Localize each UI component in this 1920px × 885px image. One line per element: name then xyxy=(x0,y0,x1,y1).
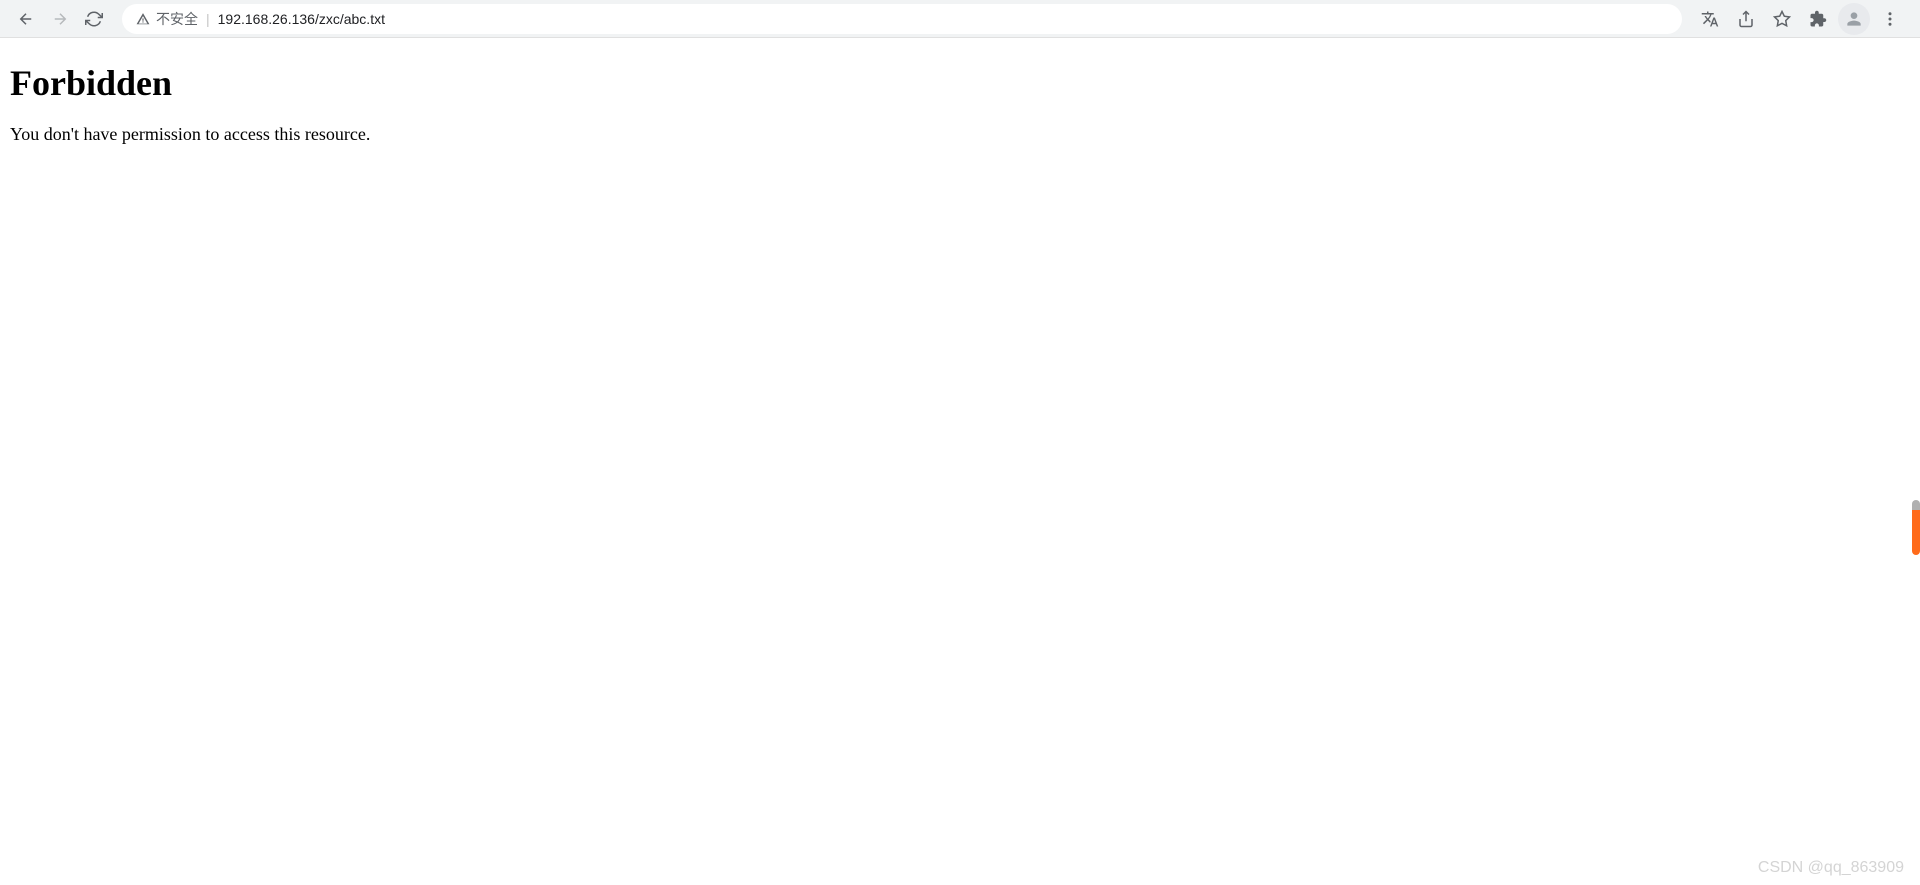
side-indicator xyxy=(1912,500,1920,560)
forward-button[interactable] xyxy=(44,3,76,35)
insecure-badge: 不安全 xyxy=(136,9,198,29)
reload-icon xyxy=(85,10,103,28)
profile-button[interactable] xyxy=(1838,3,1870,35)
page-message: You don't have permission to access this… xyxy=(10,124,1910,145)
page-content: Forbidden You don't have permission to a… xyxy=(0,38,1920,155)
address-divider: | xyxy=(206,11,210,27)
reload-button[interactable] xyxy=(78,3,110,35)
person-icon xyxy=(1844,9,1864,29)
toolbar-right xyxy=(1694,3,1910,35)
translate-icon xyxy=(1701,10,1719,28)
more-vert-icon xyxy=(1881,10,1899,28)
side-indicator-handle xyxy=(1912,500,1920,510)
bookmark-button[interactable] xyxy=(1766,3,1798,35)
address-bar[interactable]: 不安全 | 192.168.26.136/zxc/abc.txt xyxy=(122,4,1682,34)
translate-button[interactable] xyxy=(1694,3,1726,35)
warning-triangle-icon xyxy=(136,12,150,26)
share-icon xyxy=(1737,10,1755,28)
star-icon xyxy=(1773,10,1791,28)
arrow-left-icon xyxy=(17,10,35,28)
back-button[interactable] xyxy=(10,3,42,35)
url-text: 192.168.26.136/zxc/abc.txt xyxy=(218,11,385,27)
watermark: CSDN @qq_863909 xyxy=(1758,859,1904,877)
extensions-button[interactable] xyxy=(1802,3,1834,35)
insecure-label: 不安全 xyxy=(156,9,198,29)
arrow-right-icon xyxy=(51,10,69,28)
menu-button[interactable] xyxy=(1874,3,1906,35)
side-indicator-bar xyxy=(1912,510,1920,555)
share-button[interactable] xyxy=(1730,3,1762,35)
extension-icon xyxy=(1809,10,1827,28)
browser-toolbar: 不安全 | 192.168.26.136/zxc/abc.txt xyxy=(0,0,1920,38)
page-heading: Forbidden xyxy=(10,62,1910,104)
